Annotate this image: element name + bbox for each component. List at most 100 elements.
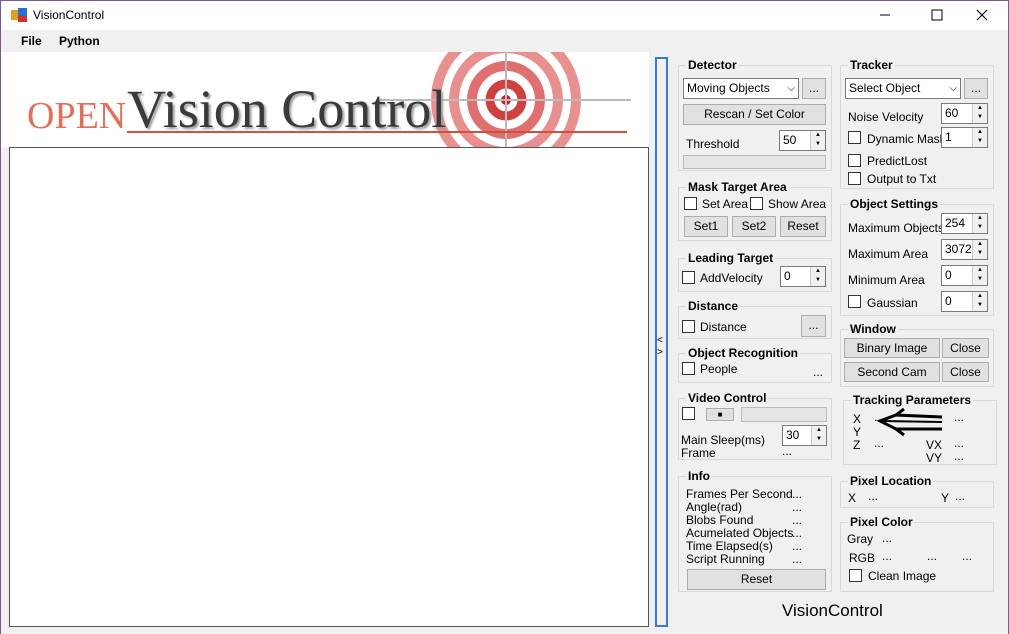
stop-button[interactable]: ■ (706, 408, 734, 421)
people-checkbox[interactable] (682, 362, 695, 375)
add-velocity-label: AddVelocity (700, 271, 763, 285)
video-group: Video Control ■ Main Sleep(ms) 30 ▲ ▼ Fra… (678, 391, 832, 460)
frame-label: Frame (681, 446, 716, 460)
info-reset-button[interactable]: Reset (687, 569, 826, 590)
noise-value: 60 (945, 106, 959, 120)
minimize-icon[interactable] (875, 7, 895, 23)
pixel-location-group: Pixel Location X ... Y ... (840, 474, 994, 508)
menu-file[interactable]: File (21, 34, 42, 48)
noise-label: Noise Velocity (848, 110, 924, 124)
window-group-title: Window (848, 322, 898, 336)
min-area-value: 0 (945, 268, 952, 282)
predict-lost-checkbox[interactable] (848, 154, 861, 167)
threshold-label: Threshold (686, 137, 740, 151)
tracking-group: Tracking Parameters X ... Y Z ... ... VX… (843, 393, 997, 465)
tracking-z-label: Z (853, 438, 861, 452)
banner-open-text: OPEN (27, 95, 127, 137)
distance-group: Distance Distance ... (678, 299, 832, 339)
menu-bar: File Python (1, 30, 1008, 52)
video-title: Video Control (686, 391, 769, 405)
dynamic-stepper[interactable]: ▲ ▼ (972, 128, 987, 147)
tracking-y-label: Y (853, 425, 862, 439)
tracker-select[interactable]: Select Object ⌵ (845, 78, 961, 99)
pixel-y-value: ... (955, 489, 966, 503)
splitter-collapse[interactable]: < (657, 336, 663, 346)
sleep-input[interactable]: 30 ▲ ▼ (782, 425, 827, 446)
min-area-input[interactable]: 0 ▲ ▼ (941, 265, 988, 286)
set-area-checkbox[interactable] (684, 197, 697, 210)
client-area: OPEN Vision Control < > Detector Moving … (1, 52, 1008, 634)
dynamic-mask-label: Dynamic Mask (867, 132, 946, 146)
info-label: Frames Per Second (686, 487, 793, 501)
leading-input[interactable]: 0 ▲ ▼ (780, 266, 826, 287)
dynamic-value: 1 (945, 130, 952, 144)
pixel-color-group: Pixel Color Gray ... RGB ... ... ... Cle… (840, 515, 994, 592)
video-checkbox[interactable] (682, 407, 695, 420)
mask-title: Mask Target Area (686, 180, 789, 194)
tracking-vx-value: ... (954, 436, 965, 450)
second-cam-button[interactable]: Second Cam (844, 362, 940, 382)
max-area-stepper[interactable]: ▲ ▼ (972, 240, 987, 259)
threshold-stepper[interactable]: ▲ ▼ (810, 131, 825, 150)
window-group: Window Binary Image Close Second Cam Clo… (840, 322, 994, 387)
video-slider[interactable] (741, 407, 827, 422)
detector-browse-button[interactable]: ... (802, 78, 826, 99)
max-objects-label: Maximum Objects (848, 221, 945, 235)
set2-button[interactable]: Set2 (732, 216, 776, 237)
app-window: VisionControl File Python OPEN Vision Co… (0, 0, 1009, 634)
frame-value: ... (782, 444, 793, 458)
leading-stepper[interactable]: ▲ ▼ (810, 267, 825, 286)
dynamic-mask-checkbox[interactable] (848, 131, 861, 144)
max-area-input[interactable]: 30720 ▲ ▼ (941, 239, 988, 260)
threshold-slider[interactable] (683, 155, 826, 169)
min-area-stepper[interactable]: ▲ ▼ (972, 266, 987, 285)
second-close-button[interactable]: Close (942, 362, 989, 382)
tracker-browse-button[interactable]: ... (964, 78, 988, 99)
max-objects-stepper[interactable]: ▲ ▼ (972, 214, 987, 233)
noise-stepper[interactable]: ▲ ▼ (972, 104, 987, 123)
tracker-title: Tracker (848, 58, 895, 72)
pixel-y-label: Y (941, 491, 950, 505)
gaussian-input[interactable]: 0 ▲ ▼ (941, 291, 988, 312)
mask-reset-button[interactable]: Reset (780, 216, 826, 237)
panel-splitter[interactable]: < > (655, 57, 668, 627)
clean-image-checkbox[interactable] (849, 569, 862, 582)
mask-group: Mask Target Area Set Area Show Area Set1… (678, 180, 832, 241)
rescan-button[interactable]: Rescan / Set Color (683, 104, 826, 125)
dynamic-input[interactable]: 1 ▲ ▼ (941, 127, 988, 148)
gaussian-stepper[interactable]: ▲ ▼ (972, 292, 987, 311)
threshold-input[interactable]: 50 ▲ ▼ (779, 130, 826, 151)
add-velocity-checkbox[interactable] (682, 271, 695, 284)
show-area-checkbox[interactable] (750, 197, 763, 210)
detector-mode-select[interactable]: Moving Objects ⌵ (683, 78, 799, 99)
maximize-icon[interactable] (927, 7, 947, 23)
binary-close-button[interactable]: Close (942, 338, 989, 358)
banner: OPEN Vision Control (1, 52, 649, 147)
predict-lost-label: PredictLost (867, 154, 928, 168)
distance-label: Distance (700, 320, 747, 334)
splitter-expand[interactable]: > (657, 348, 663, 358)
app-icon (11, 8, 27, 22)
distance-browse-button[interactable]: ... (801, 315, 826, 337)
tracker-group: Tracker Select Object ⌵ ... Noise Veloci… (840, 58, 994, 189)
video-display[interactable] (9, 147, 649, 627)
binary-image-button[interactable]: Binary Image (844, 338, 940, 358)
footer-brand: VisionControl (782, 601, 883, 620)
clean-image-label: Clean Image (868, 569, 937, 583)
close-icon[interactable] (972, 7, 992, 23)
gaussian-label: Gaussian (867, 296, 918, 310)
set1-button[interactable]: Set1 (684, 216, 728, 237)
leading-title: Leading Target (686, 251, 776, 265)
sleep-stepper[interactable]: ▲ ▼ (811, 426, 826, 445)
gaussian-checkbox[interactable] (848, 295, 861, 308)
output-txt-checkbox[interactable] (848, 172, 861, 185)
recognition-group: Object Recognition People ... (678, 346, 832, 383)
info-label: Blobs Found (686, 513, 754, 527)
leading-value: 0 (784, 269, 791, 283)
noise-input[interactable]: 60 ▲ ▼ (941, 103, 988, 124)
tracking-vy-value: ... (954, 449, 965, 463)
max-objects-input[interactable]: 254 ▲ ▼ (941, 213, 988, 234)
menu-python[interactable]: Python (59, 34, 100, 48)
banner-underline (127, 131, 627, 133)
distance-checkbox[interactable] (682, 320, 695, 333)
